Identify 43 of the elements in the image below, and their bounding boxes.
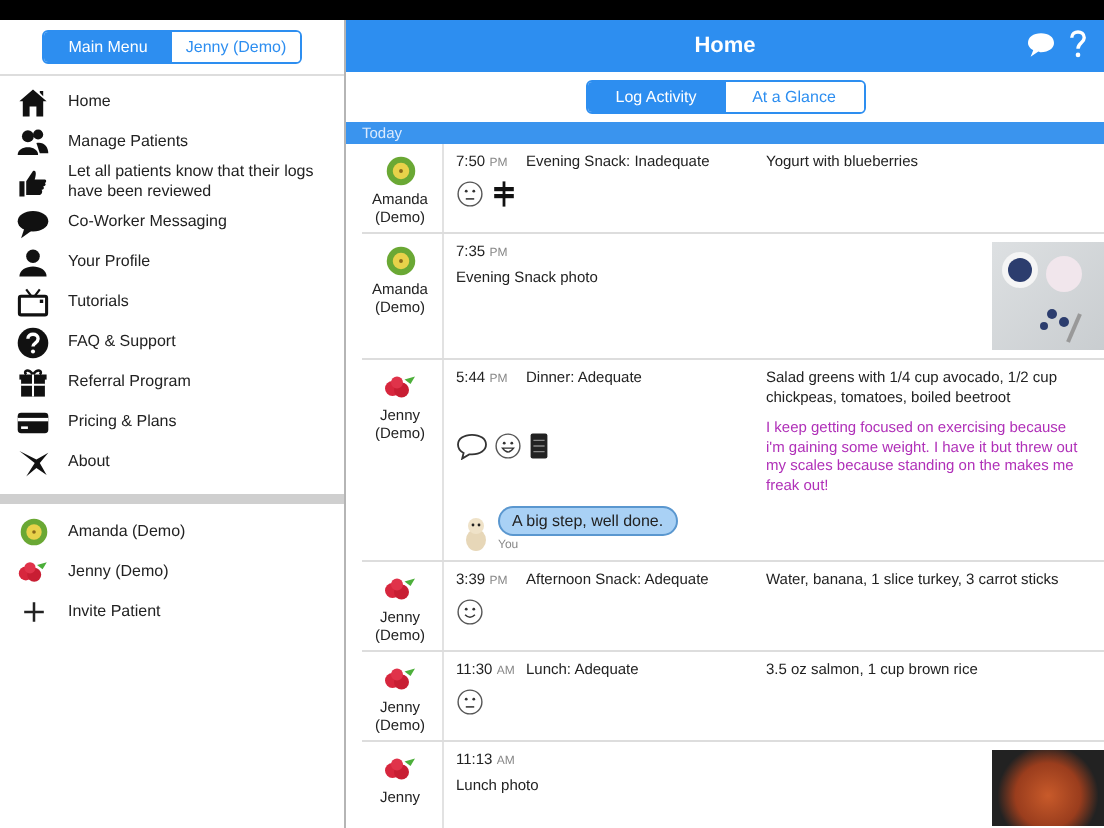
tv-icon	[16, 285, 50, 319]
plus-icon	[19, 598, 47, 626]
chat-icon[interactable]	[1026, 31, 1056, 57]
menu-item[interactable]: Referral Program	[68, 372, 191, 392]
raspberry-avatar-icon	[382, 664, 418, 694]
comment-bubble: A big step, well done.	[498, 506, 678, 536]
kiwi-avatar-icon	[385, 246, 415, 276]
menu-item[interactable]: Tutorials	[68, 292, 129, 312]
raspberry-avatar-icon	[16, 558, 50, 586]
smiley-face-icon	[456, 598, 484, 626]
menu-item[interactable]: Co-Worker Messaging	[68, 212, 227, 232]
menu-item[interactable]: Manage Patients	[68, 132, 189, 152]
raspberry-avatar-icon	[382, 754, 418, 784]
signpost-icon	[490, 180, 518, 208]
header-title: Home	[694, 34, 756, 58]
neutral-face-icon	[456, 180, 484, 208]
grinning-face-icon	[494, 431, 522, 459]
speech-bubble-icon	[456, 431, 488, 459]
gift-icon	[16, 365, 50, 399]
person-icon	[16, 245, 50, 279]
menu-item[interactable]: Home	[68, 92, 111, 112]
menu-item[interactable]: Pricing & Plans	[68, 412, 177, 432]
photo-placeholder	[992, 242, 1104, 350]
neutral-face-icon	[456, 688, 484, 716]
notebook-icon	[528, 431, 550, 459]
menu-item[interactable]: Let all patients know that their logs have been reviewed	[68, 162, 328, 202]
kiwi-avatar-icon	[385, 156, 415, 186]
invite-item[interactable]: Invite Patient	[68, 602, 161, 622]
help-icon[interactable]	[1068, 30, 1088, 58]
people-icon	[16, 125, 50, 159]
question-icon	[16, 325, 50, 359]
raspberry-avatar-icon	[382, 574, 418, 604]
patient-item[interactable]: Jenny (Demo)	[68, 562, 169, 582]
thumb-icon	[16, 165, 50, 199]
patient-item[interactable]: Amanda (Demo)	[68, 522, 186, 542]
home-icon	[16, 85, 50, 119]
menu-item[interactable]: About	[68, 452, 110, 472]
kiwi-avatar-icon	[19, 518, 47, 546]
menu-item[interactable]: Your Profile	[68, 252, 151, 272]
speech-icon	[16, 205, 50, 239]
photo-placeholder	[992, 750, 1104, 826]
menu-item[interactable]: FAQ & Support	[68, 332, 176, 352]
raspberry-avatar-icon	[382, 372, 418, 402]
